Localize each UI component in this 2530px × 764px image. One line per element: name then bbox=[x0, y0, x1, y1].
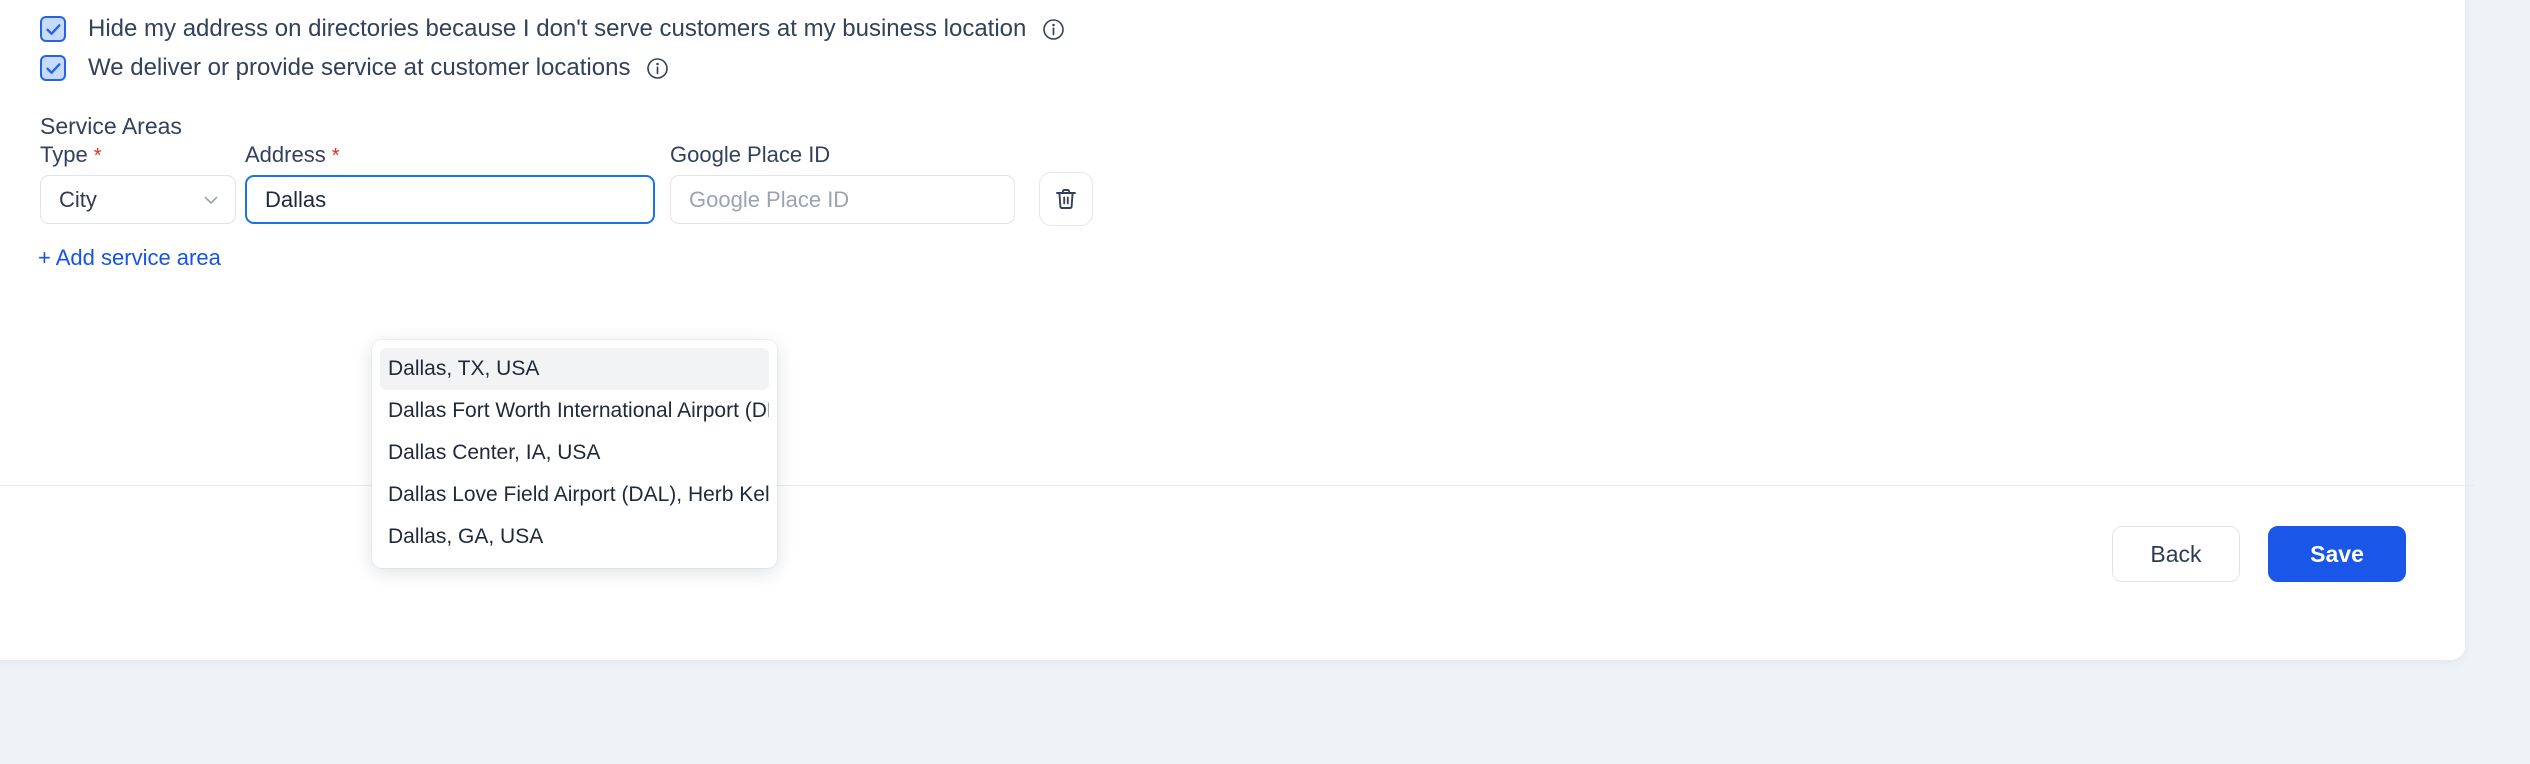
autocomplete-option[interactable]: Dallas Fort Worth International Airport … bbox=[380, 390, 769, 432]
autocomplete-option[interactable]: Dallas Center, IA, USA bbox=[380, 432, 769, 474]
address-label-text: Address bbox=[245, 142, 326, 167]
address-label: Address * bbox=[245, 142, 340, 169]
google-place-id-label: Google Place ID bbox=[670, 142, 831, 167]
type-select-value: City bbox=[59, 186, 97, 212]
trash-icon bbox=[1053, 186, 1079, 212]
address-input-value: Dallas bbox=[265, 186, 327, 212]
address-required-mark: * bbox=[331, 145, 340, 167]
service-areas-title: Service Areas bbox=[40, 113, 182, 139]
info-icon[interactable] bbox=[1042, 18, 1065, 41]
add-service-area-link[interactable]: + Add service area bbox=[38, 245, 221, 271]
google-place-id-placeholder: Google Place ID bbox=[689, 186, 850, 212]
save-button[interactable]: Save bbox=[2268, 526, 2406, 582]
address-autocomplete-dropdown: Dallas, TX, USA Dallas Fort Worth Intern… bbox=[372, 340, 777, 568]
back-button[interactable]: Back bbox=[2112, 526, 2240, 582]
type-label-text: Type bbox=[40, 142, 88, 167]
type-required-mark: * bbox=[93, 145, 102, 167]
google-place-id-input[interactable]: Google Place ID bbox=[670, 175, 1015, 224]
checkbox-row-hide-address: Hide my address on directories because I… bbox=[40, 15, 1065, 43]
hide-address-checkbox[interactable] bbox=[40, 16, 66, 42]
autocomplete-option[interactable]: Dallas, GA, USA bbox=[380, 516, 769, 558]
checkbox-row-deliver-service: We deliver or provide service at custome… bbox=[40, 54, 669, 82]
autocomplete-option[interactable]: Dallas Love Field Airport (DAL), Herb Ke… bbox=[380, 474, 769, 516]
type-select[interactable]: City bbox=[40, 175, 236, 224]
info-icon[interactable] bbox=[646, 57, 669, 80]
chevron-down-icon bbox=[201, 190, 221, 210]
card-body: Hide my address on directories because I… bbox=[0, 0, 2475, 660]
deliver-service-label: We deliver or provide service at custome… bbox=[88, 54, 631, 81]
settings-card: Hide my address on directories because I… bbox=[0, 0, 2475, 660]
address-input[interactable]: Dallas bbox=[245, 175, 655, 224]
hide-address-label: Hide my address on directories because I… bbox=[88, 15, 1027, 42]
type-label: Type * bbox=[40, 142, 102, 169]
deliver-service-checkbox[interactable] bbox=[40, 55, 66, 81]
delete-service-area-button[interactable] bbox=[1039, 172, 1093, 226]
autocomplete-option[interactable]: Dallas, TX, USA bbox=[380, 348, 769, 390]
page-root: Hide my address on directories because I… bbox=[0, 0, 2530, 764]
